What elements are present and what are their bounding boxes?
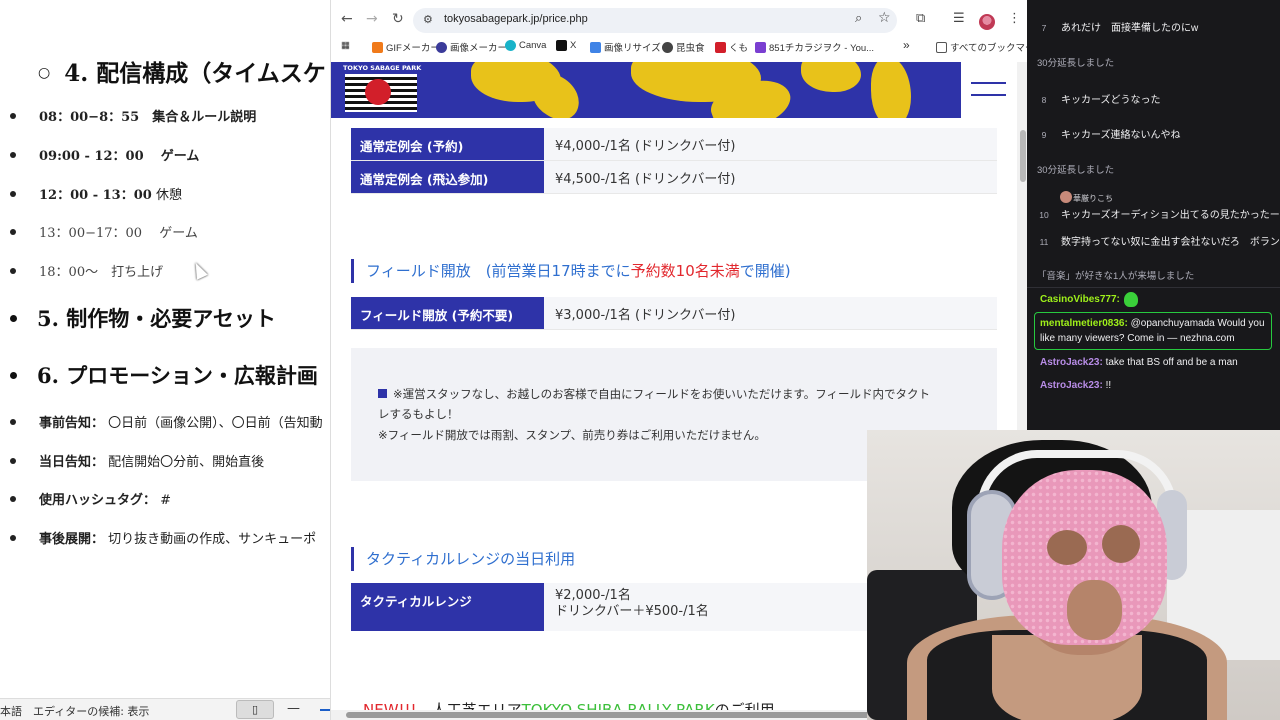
field-price-table: フィールド開放 (予約不要) ¥3,000-/1名 (ドリンクバー付) xyxy=(351,297,997,330)
divider xyxy=(1027,287,1280,288)
schedule-item: 18：00〜 打ち上げ xyxy=(10,261,163,280)
webcam-feed xyxy=(867,430,1280,720)
bookmark-youtube-channel[interactable]: 851チカラジヲク - You... xyxy=(755,40,874,54)
system-message: 30分延長しました xyxy=(1037,165,1115,176)
promo-item: 使用ハッシュタグ： # xyxy=(10,489,171,508)
price-value: ¥2,000-/1名 ドリンクバー＋¥500-/1名 xyxy=(544,583,871,631)
bookmark-star-icon[interactable]: ☆ xyxy=(878,10,891,26)
chat-panel: 7 あれだけ 面接準備したのにw 30分延長しました 8 キッカーズどうなった 9キ… xyxy=(1027,0,1280,430)
system-message: 「音楽」が好きな1人が来場しました xyxy=(1037,271,1195,282)
apps-grid-icon[interactable]: ▦ xyxy=(341,40,350,51)
promo-item: 事前告知： 〇日前（画像公開）、〇日前（告知動 xyxy=(10,412,323,431)
address-bar[interactable]: ⚙ tokyosabagepark.jp/price.php ⌕ ☆ xyxy=(413,8,897,33)
menu-kebab-icon[interactable]: ⋮ xyxy=(1008,11,1021,26)
note-line: ※フィールド開放では雨割、スタンプ、前売り券はご利用いただけません。 xyxy=(378,428,766,442)
chat-message: AstroJack23: take that BS off and be a m… xyxy=(1040,357,1238,368)
schedule-item: 09:00 - 12：00 ゲーム xyxy=(10,145,199,164)
heading-promotion: 6. プロモーション・広報計画 xyxy=(10,360,318,390)
browser-toolbar: ← → ↻ ⚙ tokyosabagepark.jp/price.php ⌕ ☆… xyxy=(331,3,1027,36)
username[interactable]: AstroJack23: xyxy=(1040,380,1103,391)
username[interactable]: mentalmetier0836: xyxy=(1040,318,1128,329)
price-value: ¥3,000-/1名 (ドリンクバー付) xyxy=(544,297,997,329)
price-label: タクティカルレンジ xyxy=(351,583,544,631)
price-label: 通常定例会 (飛込参加) xyxy=(351,161,544,193)
site-header-banner: TOKYO SABAGE PARK xyxy=(331,62,961,118)
heading-assets: 5. 制作物・必要アセット xyxy=(10,303,276,333)
bookmark-image-maker[interactable]: 画像メーカー xyxy=(436,40,507,54)
regular-price-table: 通常定例会 (予約) ¥4,000-/1名 (ドリンクバー付) 通常定例会 (飛… xyxy=(351,128,997,194)
bookmark-gif-maker[interactable]: GIFメーカー xyxy=(372,40,440,54)
note-line: レするもよし！ xyxy=(378,407,459,421)
profile-avatar[interactable] xyxy=(979,14,995,30)
table-row: 通常定例会 (予約) ¥4,000-/1名 (ドリンクバー付) xyxy=(351,128,997,161)
chat-list-item[interactable]: 9 キッカーズ連絡ないんやね xyxy=(1027,126,1280,141)
schedule-item: 13：00−17：00 ゲーム xyxy=(10,222,198,241)
bookmarks-more-icon[interactable]: » xyxy=(903,38,910,52)
table-row: フィールド開放 (予約不要) ¥3,000-/1名 (ドリンクバー付) xyxy=(351,297,997,330)
site-logo[interactable]: TOKYO SABAGE PARK xyxy=(343,64,421,114)
bookmarks-bar: ▦ GIFメーカー 画像メーカー Canva X 画像リサイズ 昆虫食 くも 8… xyxy=(331,36,1027,58)
back-icon[interactable]: ← xyxy=(341,11,353,27)
view-mode-button[interactable]: ▯ xyxy=(236,700,274,719)
all-bookmarks-folder[interactable]: すべてのブックマーク xyxy=(936,40,1027,54)
zoom-icon[interactable]: ⌕ xyxy=(855,11,862,26)
reload-icon[interactable]: ↻ xyxy=(392,11,404,27)
table-row: タクティカルレンジ ¥2,000-/1名 ドリンクバー＋¥500-/1名 xyxy=(351,583,871,631)
table-row: 通常定例会 (飛込参加) ¥4,500-/1名 (ドリンクバー付) xyxy=(351,161,997,194)
document-editor[interactable]: ○ 4. 配信構成（タイムスケ 08：00−8：55 集合＆ルール説明 09:00… xyxy=(0,0,330,720)
bookmark-kumo[interactable]: くも xyxy=(715,40,748,54)
promo-item: 当日告知： 配信開始〇分前、開始直後 xyxy=(10,451,264,470)
username[interactable]: CasinoVibes777: xyxy=(1040,294,1120,305)
avatar xyxy=(1060,191,1072,203)
mouse-cursor-icon xyxy=(190,260,208,280)
chat-message: mentalmetier0836: @opanchuyamada Would y… xyxy=(1040,318,1265,344)
hamburger-menu-icon[interactable] xyxy=(961,62,1016,118)
heading-timeschedule: ○ 4. 配信構成（タイムスケ xyxy=(38,60,326,87)
price-value: ¥4,500-/1名 (ドリンクバー付) xyxy=(544,161,997,193)
bookmark-x[interactable]: X xyxy=(556,40,576,51)
price-label: フィールド開放 (予約不要) xyxy=(351,297,544,329)
bookmark-image-resize[interactable]: 画像リサイズ xyxy=(590,40,661,54)
schedule-item: 08：00−8：55 集合＆ルール説明 xyxy=(10,106,256,125)
extensions-icon[interactable]: ⧉ xyxy=(916,11,925,26)
url-text[interactable]: tokyosabagepark.jp/price.php xyxy=(444,13,588,25)
scrollbar-thumb[interactable] xyxy=(1020,130,1026,182)
tactical-price-table: タクティカルレンジ ¥2,000-/1名 ドリンクバー＋¥500-/1名 xyxy=(351,583,871,631)
schedule-item: 12：00 - 13：00 休憩 xyxy=(10,184,182,203)
forward-icon[interactable]: → xyxy=(366,11,378,27)
status-text: 本語 エディターの候補: 表示 xyxy=(0,705,150,718)
section-title-field-open: フィールド開放 (前営業日17時までに予約数10名未満で開催) xyxy=(351,259,791,283)
chat-list-item[interactable]: 7 あれだけ 面接準備したのにw xyxy=(1027,19,1280,34)
zoom-slider[interactable] xyxy=(320,709,330,711)
promo-item: 事後展開： 切り抜き動画の作成、サンキューポ xyxy=(10,528,316,547)
bookmark-canva[interactable]: Canva xyxy=(505,40,546,51)
media-icon[interactable]: ☰ xyxy=(953,11,965,26)
price-value: ¥4,000-/1名 (ドリンクバー付) xyxy=(544,128,997,160)
username[interactable]: AstroJack23: xyxy=(1040,357,1103,368)
system-message: 30分延長しました xyxy=(1037,58,1115,69)
chat-list-item[interactable]: 10 キッカーズオーディション出てるの見たかったー xyxy=(1027,206,1280,221)
section-title-tactical: タクティカルレンジの当日利用 xyxy=(351,547,575,571)
chat-message: AstroJack23: !! xyxy=(1040,380,1112,391)
zoom-out-button[interactable]: — xyxy=(287,701,300,716)
chat-list-item[interactable]: 8 キッカーズどうなった xyxy=(1027,91,1280,106)
chat-message: CasinoVibes777: xyxy=(1040,292,1275,307)
note-line: ※運営スタッフなし、お越しのお客様で自由にフィールドをお使いいただけます。フィー… xyxy=(378,384,930,404)
status-bar: 本語 エディターの候補: 表示 ▯ — xyxy=(0,698,330,720)
chat-list-item[interactable]: 11数字持ってない奴に金出す会社ないだろ ボランティア xyxy=(1027,233,1280,248)
price-label: 通常定例会 (予約) xyxy=(351,128,544,160)
bookmark-insect-food[interactable]: 昆虫食 xyxy=(662,40,705,54)
site-info-icon[interactable]: ⚙ xyxy=(423,13,433,26)
username: 華厳りこち xyxy=(1073,194,1113,203)
emote-icon xyxy=(1123,292,1138,307)
